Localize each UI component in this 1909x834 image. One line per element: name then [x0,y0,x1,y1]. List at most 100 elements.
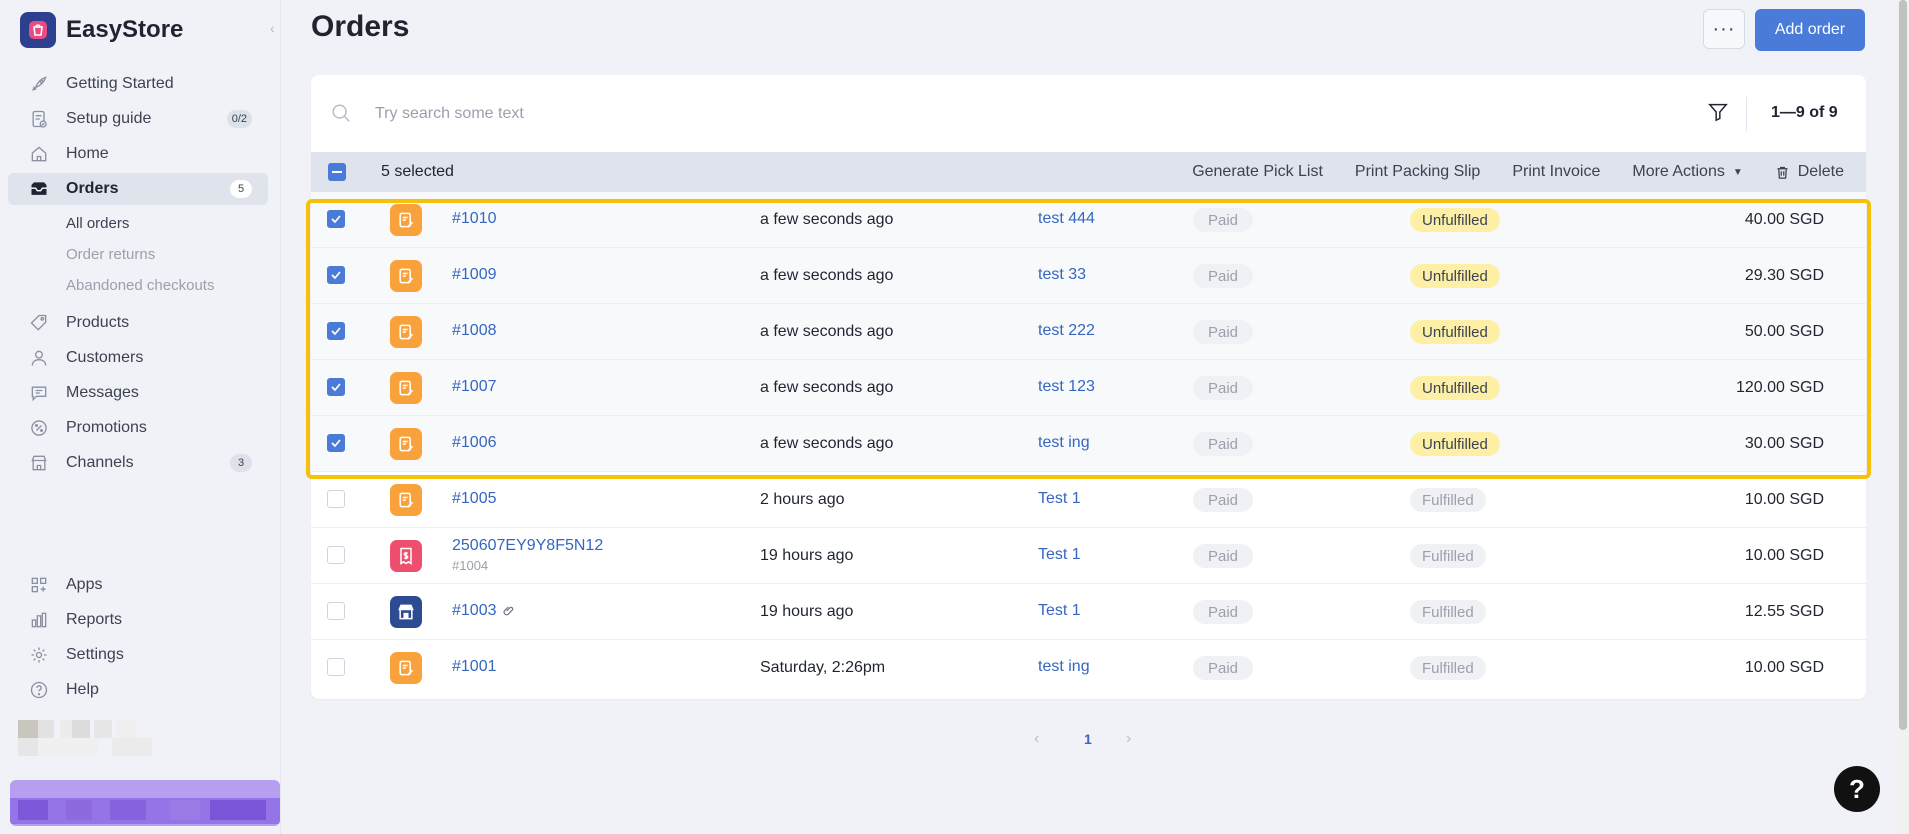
row-checkbox[interactable] [327,210,345,228]
sidebar-item-messages[interactable]: Messages [8,377,268,409]
order-total: 120.00 SGD [1735,379,1824,396]
table-row[interactable]: #1001 Saturday, 2:26pm test ing Paid Fulfill… [311,640,1866,696]
order-number-link[interactable]: #1008 [452,322,497,340]
gear-icon [28,644,50,666]
order-form-icon [390,428,422,460]
search-icon [330,102,352,129]
table-row[interactable]: #1008 a few seconds ago test 222 Paid Unfulf… [311,304,1866,360]
checklist-icon [28,108,50,130]
checkmark-icon [331,271,341,280]
main-nav: Getting Started Setup guide 0/2 Home Ord… [8,68,268,482]
action-label: More Actions [1632,163,1725,180]
chevron-right-icon[interactable]: › [1126,730,1131,748]
order-number-link[interactable]: #1006 [452,434,497,452]
sidebar-item-settings[interactable]: Settings [8,639,268,671]
print-packing-slip-button[interactable]: Print Packing Slip [1355,163,1480,181]
order-number-link[interactable]: #1003 [452,602,497,620]
sidebar-item-setup-guide[interactable]: Setup guide 0/2 [8,103,268,135]
customer-link[interactable]: test ing [1038,434,1090,452]
payment-status-badge: Paid [1193,376,1254,400]
order-number-link[interactable]: #1001 [452,658,497,676]
add-order-button[interactable]: Add order [1755,9,1865,51]
sidebar-item-channels[interactable]: Channels 3 [8,447,268,479]
search-input[interactable] [373,97,1377,131]
sidebar-item-label: Orders [66,180,119,197]
table-row[interactable]: #1010 a few seconds ago test 444 Paid Unfulf… [311,192,1866,248]
sidebar-item-label: Settings [66,646,124,663]
more-actions-dropdown[interactable]: More Actions ▼ [1632,163,1742,181]
bulk-actions-bar: 5 selected Generate Pick List Print Pack… [311,152,1866,192]
fulfillment-status-badge: Fulfilled [1410,600,1486,624]
order-number-link[interactable]: #1009 [452,266,497,284]
page-number[interactable]: 1 [1084,731,1092,747]
customer-link[interactable]: test 33 [1038,266,1086,284]
order-number-link[interactable]: #1010 [452,210,497,228]
fulfillment-status-badge: Unfulfilled [1410,376,1500,400]
indeterminate-icon [332,171,342,173]
customer-link[interactable]: Test 1 [1038,546,1081,564]
generate-pick-list-button[interactable]: Generate Pick List [1192,163,1323,181]
chevron-left-icon[interactable]: ‹ [1034,730,1039,748]
subnav-all-orders[interactable]: All orders [66,208,268,239]
order-total: 12.55 SGD [1744,603,1824,620]
store-account-info-redacted[interactable] [12,720,268,756]
customer-link[interactable]: test ing [1038,658,1090,676]
sidebar-item-products[interactable]: Products [8,307,268,339]
plan-upgrade-banner-redacted[interactable] [10,780,280,826]
subnav-order-returns[interactable]: Order returns [66,239,268,270]
table-row[interactable]: #1007 a few seconds ago test 123 Paid Unfulf… [311,360,1866,416]
sidebar-item-label: Setup guide [66,110,152,127]
result-count: 1—9 of 9 [1771,104,1838,121]
sidebar-item-orders[interactable]: Orders 5 [8,173,268,205]
print-invoice-button[interactable]: Print Invoice [1512,163,1600,181]
sidebar-item-help[interactable]: Help [8,674,268,706]
row-checkbox[interactable] [327,602,345,620]
table-row[interactable]: #1003 19 hours ago Test 1 Paid Fulfilled 12.5… [311,584,1866,640]
sidebar-item-reports[interactable]: Reports [8,604,268,636]
row-checkbox[interactable] [327,322,345,340]
table-row[interactable]: #1009 a few seconds ago test 33 Paid Unfulfi… [311,248,1866,304]
fulfillment-status-badge: Fulfilled [1410,656,1486,680]
customer-link[interactable]: test 123 [1038,378,1095,396]
help-button[interactable]: ? [1834,766,1880,812]
table-row[interactable]: 250607EY9Y8F5N12 #1004 19 hours ago Test 1 P… [311,528,1866,584]
sidebar-item-getting-started[interactable]: Getting Started [8,68,268,100]
order-number-link[interactable]: #1005 [452,490,497,508]
order-date: a few seconds ago [760,267,894,284]
sidebar-item-label: Reports [66,611,123,628]
row-checkbox[interactable] [327,490,345,508]
sidebar-item-home[interactable]: Home [8,138,268,170]
select-all-checkbox[interactable] [328,163,346,181]
order-date: Saturday, 2:26pm [760,659,886,676]
more-options-button[interactable]: ··· [1703,9,1745,49]
row-checkbox[interactable] [327,434,345,452]
fulfillment-status-badge: Unfulfilled [1410,320,1500,344]
fulfillment-status-badge: Fulfilled [1410,488,1486,512]
pos-store-icon [390,596,422,628]
brand[interactable]: EasyStore [20,12,183,48]
customer-link[interactable]: Test 1 [1038,602,1081,620]
customer-link[interactable]: Test 1 [1038,490,1081,508]
row-checkbox[interactable] [327,266,345,284]
filter-icon[interactable] [1707,101,1729,128]
row-checkbox[interactable] [327,658,345,676]
customer-link[interactable]: test 222 [1038,322,1095,340]
customer-link[interactable]: test 444 [1038,210,1095,228]
table-row[interactable]: #1006 a few seconds ago test ing Paid Unfulf… [311,416,1866,472]
order-number-link[interactable]: #1007 [452,378,497,396]
scrollbar-thumb[interactable] [1899,0,1907,730]
sidebar-item-apps[interactable]: Apps [8,569,268,601]
search-row: 1—9 of 9 [311,75,1866,152]
row-checkbox[interactable] [327,378,345,396]
sidebar-item-label: Help [66,681,99,698]
row-checkbox[interactable] [327,546,345,564]
order-number-link[interactable]: 250607EY9Y8F5N12 [452,537,603,555]
subnav-abandoned-checkouts[interactable]: Abandoned checkouts [66,270,268,301]
collapse-sidebar-icon[interactable]: ‹ [270,20,284,36]
sidebar: EasyStore ‹ Getting Started Setup guide … [0,0,281,834]
sidebar-item-promotions[interactable]: Promotions [8,412,268,444]
sidebar-item-customers[interactable]: Customers [8,342,268,374]
delete-button[interactable]: Delete [1775,163,1844,181]
payment-status-badge: Paid [1193,656,1254,680]
table-row[interactable]: #1005 2 hours ago Test 1 Paid Fulfilled 10.00… [311,472,1866,528]
